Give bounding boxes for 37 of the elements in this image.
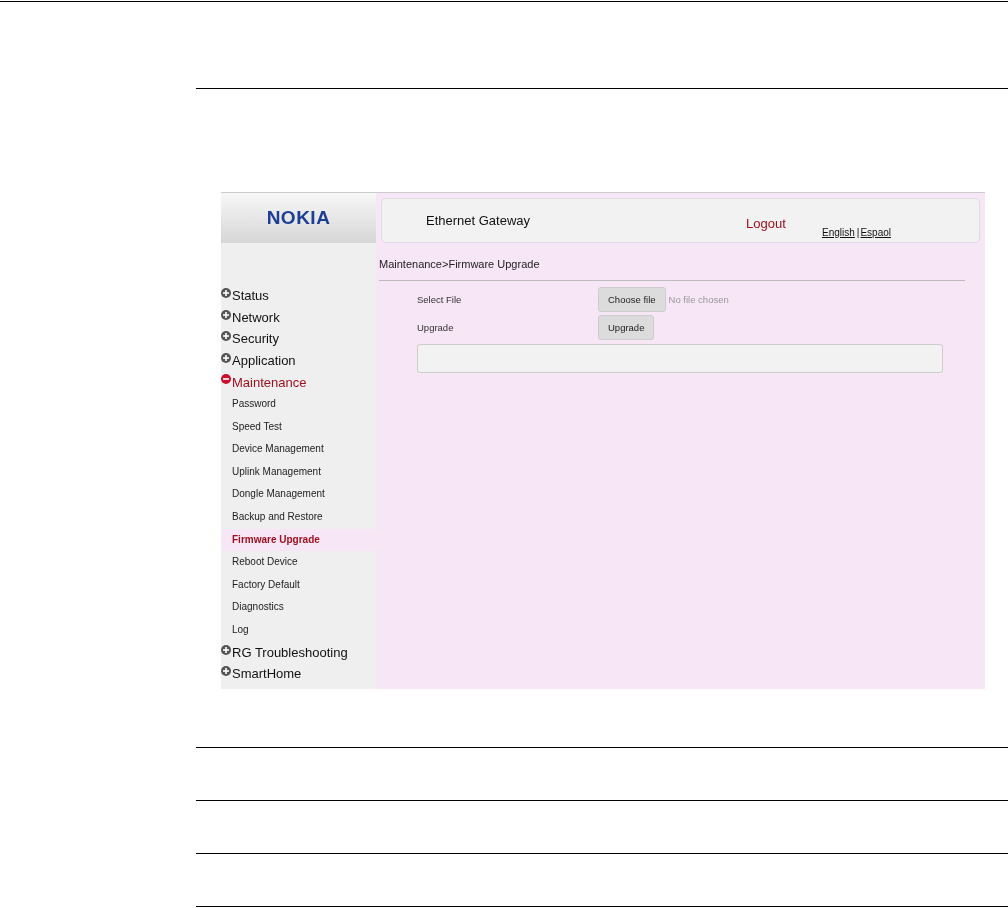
submenu-item[interactable]: Device Management: [221, 438, 376, 461]
language-link[interactable]: English: [822, 227, 855, 238]
submenu-item[interactable]: Diagnostics: [221, 596, 376, 619]
breadcrumb: Maintenance>Firmware Upgrade: [379, 258, 541, 270]
logout-link[interactable]: Logout: [746, 216, 786, 231]
plus-circle-icon: [221, 666, 231, 677]
submenu-item[interactable]: Log: [221, 618, 376, 642]
plus-circle-icon: [221, 309, 231, 320]
submenu-item[interactable]: Firmware Upgrade: [221, 528, 376, 552]
file-status: No file chosen: [668, 294, 729, 305]
plus-circle-icon: [221, 331, 231, 342]
plus-circle-icon: [221, 644, 231, 655]
submenu-item[interactable]: Uplink Management: [221, 460, 376, 484]
menu-item[interactable]: Application: [221, 349, 376, 372]
menu-item[interactable]: SmartHome: [221, 663, 376, 685]
submenu-item[interactable]: Reboot Device: [221, 551, 376, 574]
field-label: Select File: [416, 294, 463, 305]
header-title: Ethernet Gateway: [426, 213, 531, 228]
upgrade-button[interactable]: Upgrade: [598, 315, 655, 340]
menu-item[interactable]: Network: [221, 306, 376, 329]
submenu-item[interactable]: Password: [221, 392, 376, 416]
field-label: Upgrade: [416, 322, 455, 333]
logo: NOKIA: [266, 207, 331, 229]
plus-circle-icon: [221, 288, 231, 298]
menu-item[interactable]: Maintenance: [221, 371, 376, 393]
separator: |: [856, 227, 860, 238]
submenu-item[interactable]: Factory Default: [221, 573, 376, 597]
menu-item[interactable]: Security: [221, 328, 376, 350]
language-link[interactable]: Espaol: [860, 227, 891, 238]
menu-item[interactable]: Status: [221, 285, 376, 307]
submenu-item[interactable]: Backup and Restore: [221, 505, 376, 529]
submenu-item[interactable]: Dongle Management: [221, 483, 376, 506]
minus-circle-icon: [221, 374, 231, 385]
menu-item[interactable]: RG Troubleshooting: [221, 641, 376, 664]
choose-file-button[interactable]: Choose file: [598, 287, 666, 312]
submenu-item[interactable]: Speed Test: [221, 415, 376, 439]
plus-circle-icon: [221, 352, 231, 363]
